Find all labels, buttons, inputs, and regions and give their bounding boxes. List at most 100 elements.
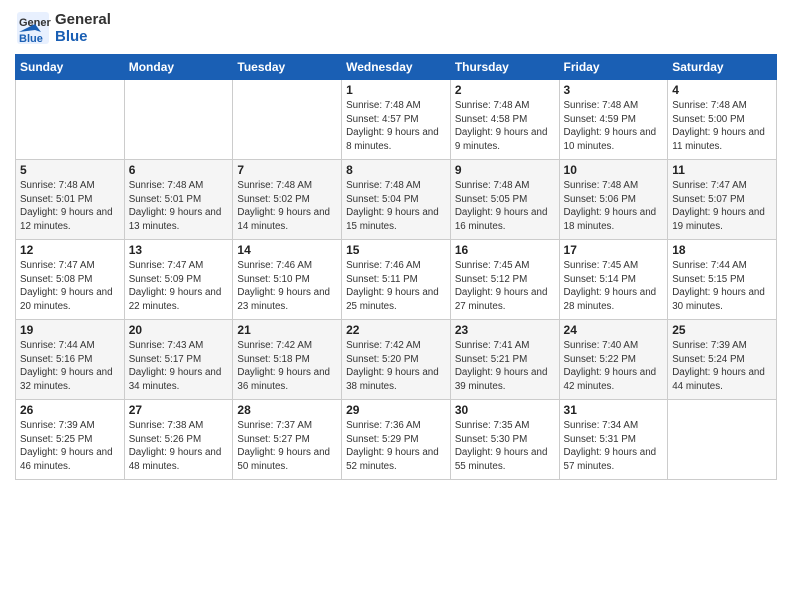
calendar-cell: 14 Sunrise: 7:46 AM Sunset: 5:10 PM Dayli… [233,240,342,320]
day-number: 6 [129,163,229,177]
day-info: Sunrise: 7:41 AM Sunset: 5:21 PM Dayligh… [455,339,555,394]
logo-blue: Blue [55,28,111,45]
calendar-cell: 21 Sunrise: 7:42 AM Sunset: 5:18 PM Dayli… [233,320,342,400]
day-info: Sunrise: 7:47 AM Sunset: 5:07 PM Dayligh… [672,179,772,234]
calendar-cell [16,80,125,160]
day-info: Sunrise: 7:47 AM Sunset: 5:08 PM Dayligh… [20,259,120,314]
calendar-cell: 20 Sunrise: 7:43 AM Sunset: 5:17 PM Dayli… [124,320,233,400]
calendar-cell: 12 Sunrise: 7:47 AM Sunset: 5:08 PM Dayli… [16,240,125,320]
calendar-week-5: 26 Sunrise: 7:39 AM Sunset: 5:25 PM Dayli… [16,400,777,480]
day-info: Sunrise: 7:48 AM Sunset: 5:02 PM Dayligh… [237,179,337,234]
day-number: 28 [237,403,337,417]
calendar-cell: 1Sunrise: 7:48 AM Sunset: 4:57 PM Daylig… [342,80,451,160]
day-number: 2 [455,83,555,97]
calendar-cell: 31Sunrise: 7:34 AM Sunset: 5:31 PM Dayli… [559,400,668,480]
day-number: 22 [346,323,446,337]
calendar-cell: 16 Sunrise: 7:45 AM Sunset: 5:12 PM Dayli… [450,240,559,320]
calendar-week-4: 19 Sunrise: 7:44 AM Sunset: 5:16 PM Dayli… [16,320,777,400]
calendar-cell: 7 Sunrise: 7:48 AM Sunset: 5:02 PM Daylig… [233,160,342,240]
calendar-cell: 25 Sunrise: 7:39 AM Sunset: 5:24 PM Dayli… [668,320,777,400]
day-number: 15 [346,243,446,257]
day-header-sunday: Sunday [16,55,125,80]
calendar-cell: 27 Sunrise: 7:38 AM Sunset: 5:26 PM Dayli… [124,400,233,480]
day-info: Sunrise: 7:43 AM Sunset: 5:17 PM Dayligh… [129,339,229,394]
day-number: 12 [20,243,120,257]
day-number: 13 [129,243,229,257]
day-number: 16 [455,243,555,257]
day-number: 7 [237,163,337,177]
day-number: 11 [672,163,772,177]
day-info: Sunrise: 7:35 AM Sunset: 5:30 PM Dayligh… [455,419,555,474]
day-number: 25 [672,323,772,337]
calendar-cell: 29Sunrise: 7:36 AM Sunset: 5:29 PM Dayli… [342,400,451,480]
calendar-cell: 13 Sunrise: 7:47 AM Sunset: 5:09 PM Dayli… [124,240,233,320]
day-info: Sunrise: 7:39 AM Sunset: 5:25 PM Dayligh… [20,419,120,474]
calendar-cell: 28 Sunrise: 7:37 AM Sunset: 5:27 PM Dayli… [233,400,342,480]
day-number: 9 [455,163,555,177]
calendar-table: SundayMondayTuesdayWednesdayThursdayFrid… [15,54,777,480]
calendar-cell: 5 Sunrise: 7:48 AM Sunset: 5:01 PM Daylig… [16,160,125,240]
calendar-cell: 8 Sunrise: 7:48 AM Sunset: 5:04 PM Daylig… [342,160,451,240]
day-info: Sunrise: 7:48 AM Sunset: 5:01 PM Dayligh… [129,179,229,234]
day-info: Sunrise: 7:40 AM Sunset: 5:22 PM Dayligh… [564,339,664,394]
day-number: 1 [346,83,446,97]
calendar-week-3: 12 Sunrise: 7:47 AM Sunset: 5:08 PM Dayli… [16,240,777,320]
day-number: 10 [564,163,664,177]
day-number: 20 [129,323,229,337]
calendar-cell: 4 Sunrise: 7:48 AM Sunset: 5:00 PM Daylig… [668,80,777,160]
day-header-tuesday: Tuesday [233,55,342,80]
calendar-cell: 18 Sunrise: 7:44 AM Sunset: 5:15 PM Dayli… [668,240,777,320]
day-number: 27 [129,403,229,417]
calendar-cell: 3Sunrise: 7:48 AM Sunset: 4:59 PM Daylig… [559,80,668,160]
calendar-cell: 9 Sunrise: 7:48 AM Sunset: 5:05 PM Daylig… [450,160,559,240]
logo-general: General [55,11,111,28]
day-header-saturday: Saturday [668,55,777,80]
page-header: General Blue General Blue [15,10,777,46]
day-info: Sunrise: 7:47 AM Sunset: 5:09 PM Dayligh… [129,259,229,314]
calendar-week-1: 1Sunrise: 7:48 AM Sunset: 4:57 PM Daylig… [16,80,777,160]
calendar-cell: 24Sunrise: 7:40 AM Sunset: 5:22 PM Dayli… [559,320,668,400]
day-number: 26 [20,403,120,417]
day-header-thursday: Thursday [450,55,559,80]
day-info: Sunrise: 7:44 AM Sunset: 5:15 PM Dayligh… [672,259,772,314]
day-header-wednesday: Wednesday [342,55,451,80]
day-number: 5 [20,163,120,177]
calendar-cell: 2Sunrise: 7:48 AM Sunset: 4:58 PM Daylig… [450,80,559,160]
calendar-cell: 19 Sunrise: 7:44 AM Sunset: 5:16 PM Dayli… [16,320,125,400]
day-number: 30 [455,403,555,417]
logo: General Blue General Blue [15,10,111,46]
day-info: Sunrise: 7:48 AM Sunset: 5:00 PM Dayligh… [672,99,772,154]
day-number: 14 [237,243,337,257]
day-info: Sunrise: 7:46 AM Sunset: 5:10 PM Dayligh… [237,259,337,314]
day-number: 19 [20,323,120,337]
calendar-cell [124,80,233,160]
day-info: Sunrise: 7:42 AM Sunset: 5:18 PM Dayligh… [237,339,337,394]
day-number: 8 [346,163,446,177]
calendar-cell [668,400,777,480]
calendar-cell: 15Sunrise: 7:46 AM Sunset: 5:11 PM Dayli… [342,240,451,320]
day-info: Sunrise: 7:37 AM Sunset: 5:27 PM Dayligh… [237,419,337,474]
calendar-header-row: SundayMondayTuesdayWednesdayThursdayFrid… [16,55,777,80]
day-info: Sunrise: 7:34 AM Sunset: 5:31 PM Dayligh… [564,419,664,474]
calendar-cell: 22 Sunrise: 7:42 AM Sunset: 5:20 PM Dayli… [342,320,451,400]
day-number: 23 [455,323,555,337]
calendar-cell: 30 Sunrise: 7:35 AM Sunset: 5:30 PM Dayli… [450,400,559,480]
day-info: Sunrise: 7:48 AM Sunset: 4:59 PM Dayligh… [564,99,664,154]
day-header-monday: Monday [124,55,233,80]
day-info: Sunrise: 7:45 AM Sunset: 5:12 PM Dayligh… [455,259,555,314]
day-info: Sunrise: 7:48 AM Sunset: 5:04 PM Dayligh… [346,179,446,234]
day-info: Sunrise: 7:38 AM Sunset: 5:26 PM Dayligh… [129,419,229,474]
day-info: Sunrise: 7:48 AM Sunset: 5:01 PM Dayligh… [20,179,120,234]
day-number: 4 [672,83,772,97]
day-info: Sunrise: 7:48 AM Sunset: 5:05 PM Dayligh… [455,179,555,234]
calendar-cell: 23 Sunrise: 7:41 AM Sunset: 5:21 PM Dayli… [450,320,559,400]
day-info: Sunrise: 7:42 AM Sunset: 5:20 PM Dayligh… [346,339,446,394]
calendar-cell: 17Sunrise: 7:45 AM Sunset: 5:14 PM Dayli… [559,240,668,320]
day-number: 18 [672,243,772,257]
calendar-cell: 6 Sunrise: 7:48 AM Sunset: 5:01 PM Daylig… [124,160,233,240]
day-number: 21 [237,323,337,337]
calendar-cell: 10 Sunrise: 7:48 AM Sunset: 5:06 PM Dayli… [559,160,668,240]
day-info: Sunrise: 7:39 AM Sunset: 5:24 PM Dayligh… [672,339,772,394]
day-info: Sunrise: 7:44 AM Sunset: 5:16 PM Dayligh… [20,339,120,394]
day-info: Sunrise: 7:48 AM Sunset: 5:06 PM Dayligh… [564,179,664,234]
